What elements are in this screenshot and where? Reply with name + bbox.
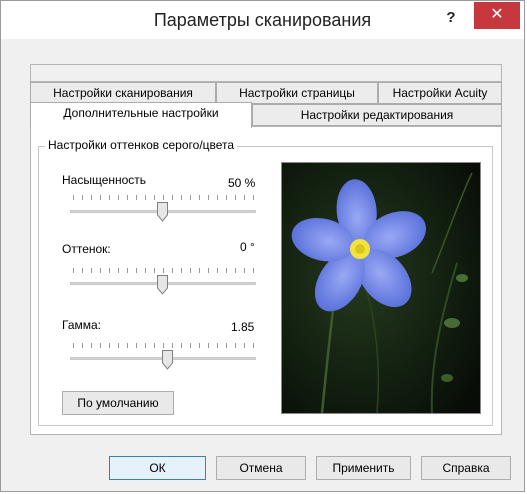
restore-defaults-button[interactable]: По умолчанию <box>62 391 174 415</box>
slider-tick <box>136 268 137 273</box>
flower-image <box>282 163 480 413</box>
slider-tick <box>244 195 245 200</box>
slider-tick <box>226 268 227 273</box>
slider-tick <box>91 195 92 200</box>
slider-tick <box>163 343 164 348</box>
slider-tick <box>136 195 137 200</box>
slider-tick <box>226 195 227 200</box>
close-icon[interactable]: ✕ <box>474 2 520 29</box>
slider-tick <box>100 268 101 273</box>
group-title: Настройки оттенков серого/цвета <box>45 138 238 152</box>
slider-tick <box>73 195 74 200</box>
slider-tick <box>91 268 92 273</box>
slider-tick <box>172 195 173 200</box>
apply-button[interactable]: Применить <box>316 456 411 480</box>
saturation-ticks <box>73 195 254 201</box>
hue-slider-thumb[interactable] <box>157 275 168 295</box>
slider-tick <box>163 195 164 200</box>
slider-tick <box>73 268 74 273</box>
slider-tick <box>172 268 173 273</box>
slider-tick <box>253 268 254 273</box>
gamma-slider-thumb[interactable] <box>162 350 173 370</box>
slider-tick <box>190 268 191 273</box>
tab-strip-background <box>30 64 502 82</box>
slider-tick <box>217 268 218 273</box>
gamma-label: Гамма: <box>62 318 102 332</box>
slider-tick <box>253 195 254 200</box>
slider-tick <box>190 195 191 200</box>
slider-tick <box>82 343 83 348</box>
slider-tick <box>181 343 182 348</box>
slider-tick <box>73 343 74 348</box>
tab-advanced-settings[interactable]: Дополнительные настройки <box>30 102 252 128</box>
hue-ticks <box>73 268 254 274</box>
slider-tick <box>154 268 155 273</box>
slider-tick <box>172 343 173 348</box>
saturation-value: 50 % <box>228 176 256 190</box>
slider-tick <box>145 195 146 200</box>
slider-tick <box>217 343 218 348</box>
slider-tick <box>109 268 110 273</box>
preview-image <box>281 162 481 414</box>
slider-tick <box>109 343 110 348</box>
tab-page-settings[interactable]: Настройки страницы <box>216 82 378 104</box>
slider-tick <box>91 343 92 348</box>
slider-tick <box>208 268 209 273</box>
slider-tick <box>181 268 182 273</box>
slider-tick <box>199 343 200 348</box>
help-button[interactable]: Справка <box>421 456 511 480</box>
slider-tick <box>181 195 182 200</box>
slider-tick <box>199 195 200 200</box>
slider-tick <box>145 343 146 348</box>
slider-tick <box>235 195 236 200</box>
slider-tick <box>127 343 128 348</box>
saturation-slider-thumb[interactable] <box>157 202 168 222</box>
slider-tick <box>127 195 128 200</box>
slider-tick <box>145 268 146 273</box>
slider-tick <box>253 343 254 348</box>
slider-tick <box>100 195 101 200</box>
slider-tick <box>235 343 236 348</box>
slider-tick <box>100 343 101 348</box>
slider-tick <box>154 195 155 200</box>
slider-tick <box>136 343 137 348</box>
slider-tick <box>226 343 227 348</box>
slider-tick <box>217 195 218 200</box>
cancel-button[interactable]: Отмена <box>216 456 306 480</box>
help-icon[interactable]: ? <box>438 7 464 29</box>
slider-tick <box>109 195 110 200</box>
slider-tick <box>82 268 83 273</box>
slider-tick <box>199 268 200 273</box>
hue-label: Оттенок: <box>62 242 111 256</box>
gamma-ticks <box>73 343 254 349</box>
tab-scan-settings[interactable]: Настройки сканирования <box>30 82 216 104</box>
slider-tick <box>235 268 236 273</box>
saturation-label: Насыщенность <box>62 173 147 187</box>
slider-tick <box>244 268 245 273</box>
tab-acuity-settings[interactable]: Настройки Acuity <box>378 82 502 104</box>
slider-tick <box>118 268 119 273</box>
gamma-value: 1.85 <box>231 320 255 334</box>
slider-tick <box>208 343 209 348</box>
tab-edit-settings[interactable]: Настройки редактирования <box>252 104 502 126</box>
slider-tick <box>163 268 164 273</box>
slider-tick <box>127 268 128 273</box>
slider-tick <box>244 343 245 348</box>
hue-value: 0 ° <box>240 240 255 254</box>
slider-tick <box>154 343 155 348</box>
ok-button[interactable]: ОК <box>109 456 206 480</box>
title-bar: Параметры сканирования ? ✕ <box>1 1 524 39</box>
slider-tick <box>190 343 191 348</box>
slider-tick <box>82 195 83 200</box>
slider-tick <box>118 195 119 200</box>
slider-tick <box>118 343 119 348</box>
slider-tick <box>208 195 209 200</box>
